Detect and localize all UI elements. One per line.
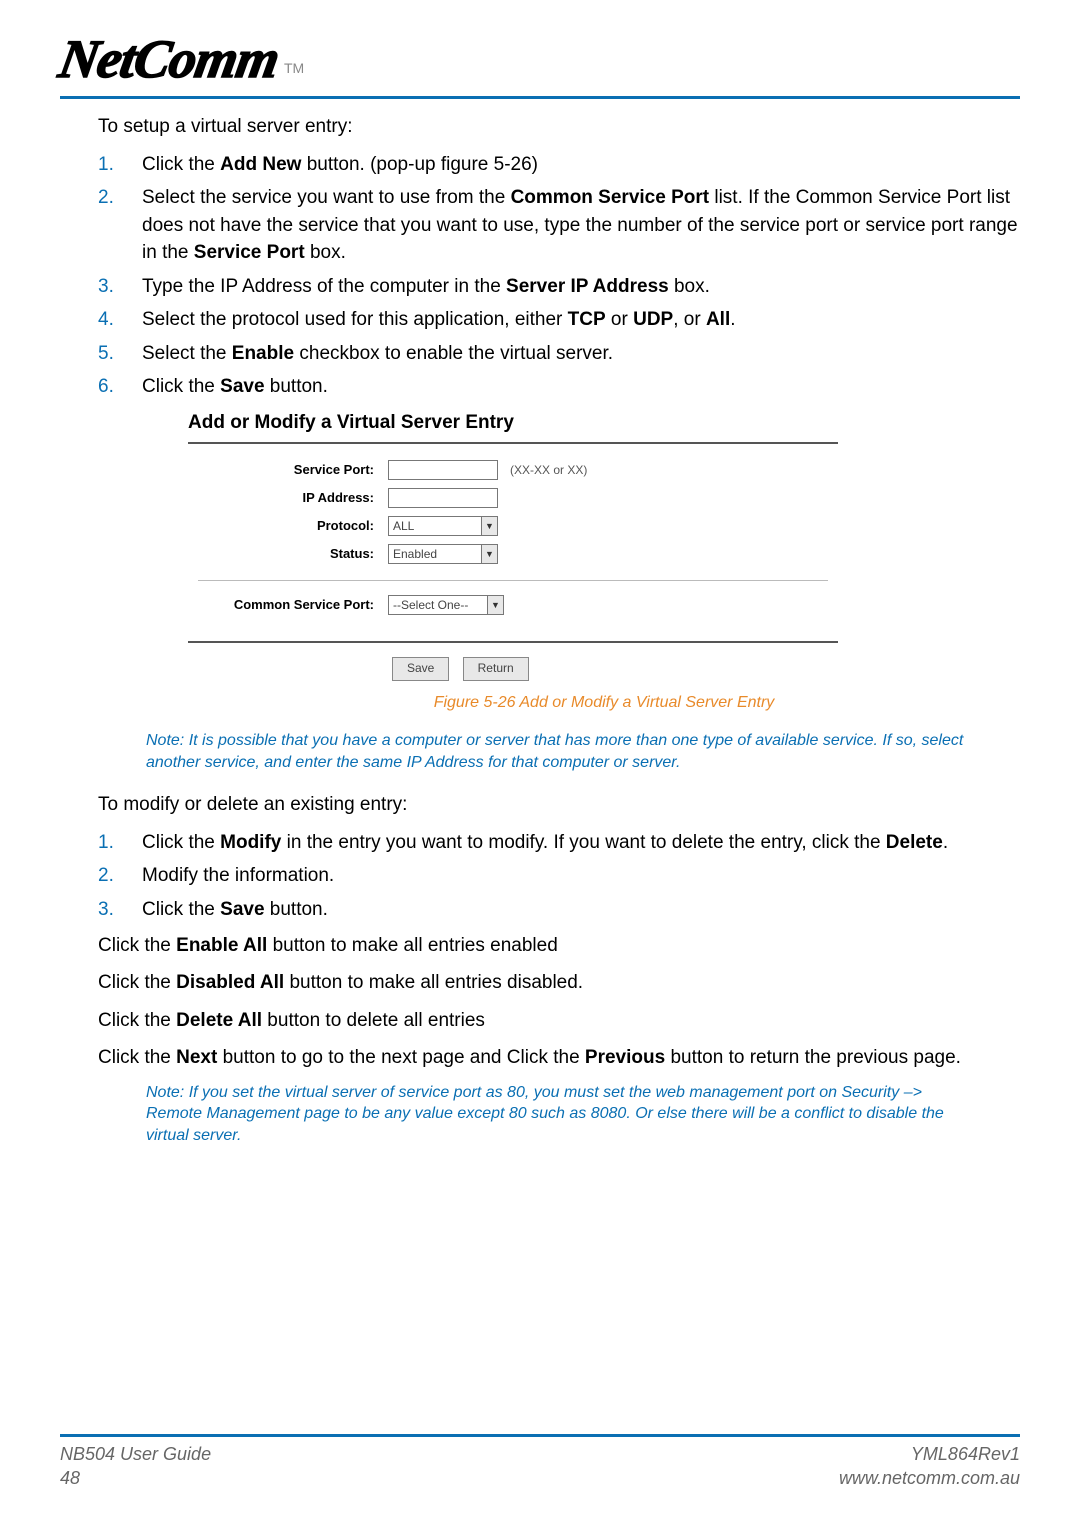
enable-all-para: Click the Enable All button to make all … [98, 932, 1020, 960]
save-button[interactable]: Save [392, 657, 449, 680]
chevron-down-icon: ▼ [487, 596, 503, 614]
step-5: Select the Enable checkbox to enable the… [98, 340, 1020, 368]
service-port-input[interactable] [388, 460, 498, 480]
footer-rev: YML864Rev1 [839, 1443, 1020, 1466]
return-button[interactable]: Return [463, 657, 529, 680]
brand-logo: NetComm TM [60, 28, 1020, 90]
mstep-1: Click the Modify in the entry you want t… [98, 829, 1020, 857]
setup-steps: Click the Add New button. (pop-up figure… [98, 151, 1020, 401]
mstep-2: Modify the information. [98, 862, 1020, 890]
modify-heading: To modify or delete an existing entry: [98, 791, 1020, 819]
chevron-down-icon: ▼ [481, 517, 497, 535]
footer-url: www.netcomm.com.au [839, 1467, 1020, 1490]
footer-left: NB504 User Guide 48 [60, 1443, 211, 1490]
ip-address-input[interactable] [388, 488, 498, 508]
figure-5-26: Add or Modify a Virtual Server Entry Ser… [188, 409, 1020, 714]
row-protocol: Protocol: ALL ▼ [198, 516, 828, 536]
header-rule [60, 96, 1020, 99]
protocol-select[interactable]: ALL ▼ [388, 516, 498, 536]
setup-heading: To setup a virtual server entry: [98, 113, 1020, 141]
note-port-80: Note: If you set the virtual server of s… [146, 1082, 980, 1147]
row-status: Status: Enabled ▼ [198, 544, 828, 564]
page-footer: NB504 User Guide 48 YML864Rev1 www.netco… [60, 1434, 1020, 1490]
brand-tm: TM [284, 60, 304, 76]
figure-separator [198, 580, 828, 581]
status-select[interactable]: Enabled ▼ [388, 544, 498, 564]
footer-guide: NB504 User Guide [60, 1443, 211, 1466]
step-2: Select the service you want to use from … [98, 184, 1020, 267]
step-4: Select the protocol used for this applic… [98, 306, 1020, 334]
row-service-port: Service Port: (XX-XX or XX) [198, 460, 828, 480]
row-common-service-port: Common Service Port: --Select One-- ▼ [198, 595, 828, 615]
step-1: Click the Add New button. (pop-up figure… [98, 151, 1020, 179]
modify-steps: Click the Modify in the entry you want t… [98, 829, 1020, 924]
service-port-label: Service Port: [198, 461, 388, 480]
disable-all-para: Click the Disabled All button to make al… [98, 969, 1020, 997]
chevron-down-icon: ▼ [481, 545, 497, 563]
csp-label: Common Service Port: [198, 596, 388, 615]
csp-select[interactable]: --Select One-- ▼ [388, 595, 504, 615]
service-port-hint: (XX-XX or XX) [510, 462, 587, 479]
footer-page: 48 [60, 1467, 211, 1490]
next-prev-para: Click the Next button to go to the next … [98, 1044, 1020, 1072]
delete-all-para: Click the Delete All button to delete al… [98, 1007, 1020, 1035]
figure-title: Add or Modify a Virtual Server Entry [188, 409, 1020, 437]
figure-buttons: Save Return [392, 653, 1020, 681]
protocol-value: ALL [393, 518, 414, 535]
note-multiple-services: Note: It is possible that you have a com… [146, 730, 980, 773]
row-ip-address: IP Address: [198, 488, 828, 508]
csp-value: --Select One-- [393, 597, 468, 614]
footer-right: YML864Rev1 www.netcomm.com.au [839, 1443, 1020, 1490]
ip-address-label: IP Address: [198, 489, 388, 508]
mstep-3: Click the Save button. [98, 896, 1020, 924]
status-label: Status: [198, 545, 388, 564]
figure-caption: Figure 5-26 Add or Modify a Virtual Serv… [188, 691, 1020, 714]
figure-form: Service Port: (XX-XX or XX) IP Address: … [188, 442, 838, 643]
protocol-label: Protocol: [198, 517, 388, 536]
brand-name: NetComm [55, 28, 284, 90]
status-value: Enabled [393, 546, 437, 563]
main-content: To setup a virtual server entry: Click t… [60, 113, 1020, 1147]
step-3: Type the IP Address of the computer in t… [98, 273, 1020, 301]
step-6: Click the Save button. [98, 373, 1020, 401]
